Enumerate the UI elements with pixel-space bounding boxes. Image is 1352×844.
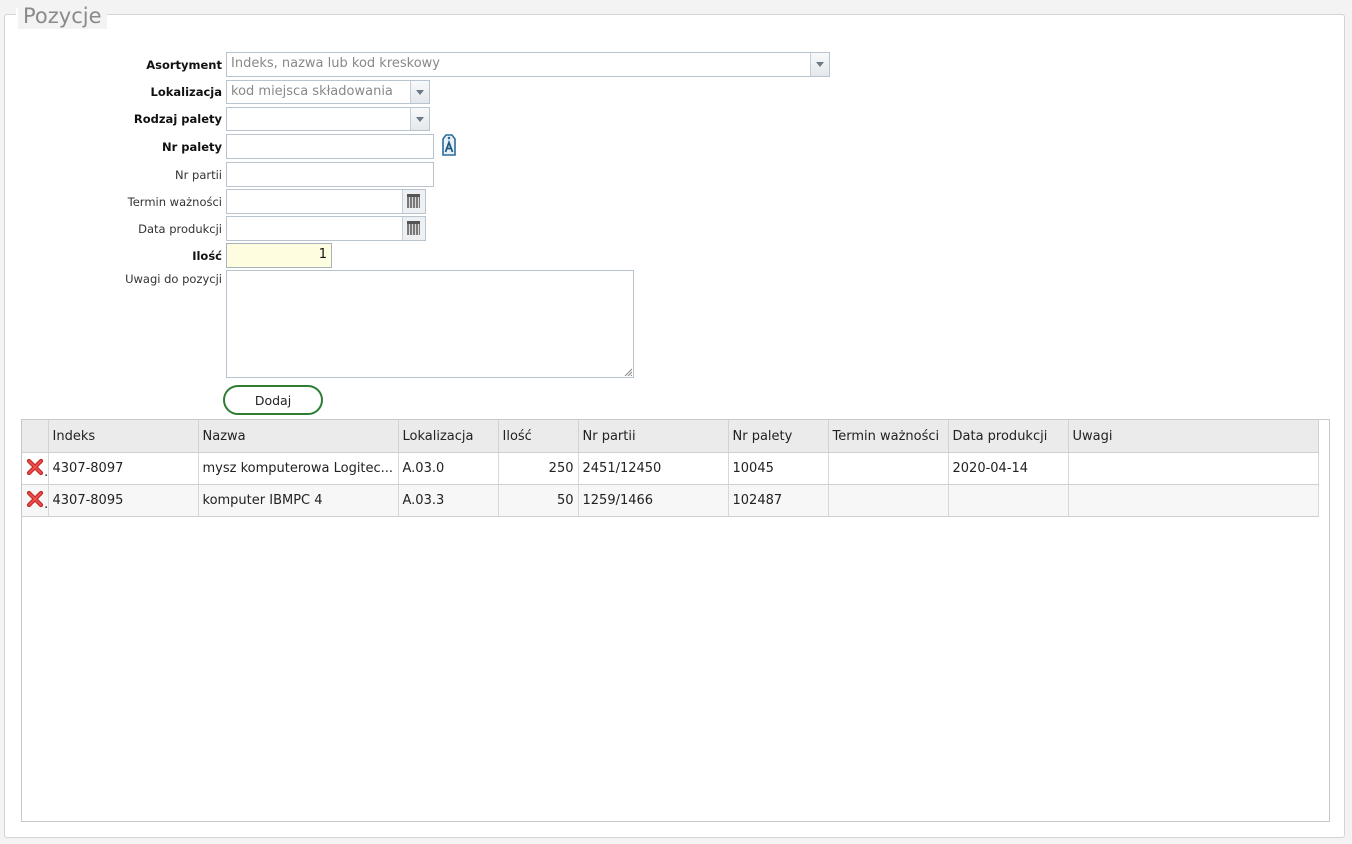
production-date-input[interactable] <box>226 216 426 241</box>
batch-no-label: Nr partii <box>175 168 222 182</box>
tag-a-icon[interactable] <box>440 133 458 157</box>
location-combobox[interactable]: kod miejsca składowania <box>226 80 430 104</box>
red-x-icon[interactable] <box>26 458 44 476</box>
cell-name: mysz komputerowa Logitec... <box>198 452 399 485</box>
cell-pallet: 102487 <box>728 484 829 517</box>
assortment-dropdown-button[interactable] <box>810 53 829 76</box>
cell-notes <box>1068 484 1319 517</box>
assortment-combobox[interactable]: Indeks, nazwa lub kod kreskowy <box>226 52 830 77</box>
cell-index: 4307-8095 <box>48 484 199 517</box>
location-label: Lokalizacja <box>150 85 223 99</box>
cell-expiry <box>828 484 949 517</box>
table-header-row: Indeks Nazwa Lokalizacja Ilość Nr partii… <box>22 420 1319 453</box>
column-header-production[interactable]: Data produkcji <box>948 420 1069 453</box>
column-header-actions[interactable] <box>22 420 49 453</box>
positions-grid: Indeks Nazwa Lokalizacja Ilość Nr partii… <box>21 419 1330 822</box>
table-row[interactable]: 4307-8097 mysz komputerowa Logitec... A.… <box>22 452 1319 485</box>
column-header-name[interactable]: Nazwa <box>198 420 399 453</box>
cell-quantity: 250 <box>498 452 579 485</box>
cell-quantity: 50 <box>498 484 579 517</box>
location-dropdown-button[interactable] <box>410 81 429 103</box>
column-header-quantity[interactable]: Ilość <box>498 420 579 453</box>
cell-pallet: 10045 <box>728 452 829 485</box>
column-header-notes[interactable]: Uwagi <box>1068 420 1319 453</box>
assortment-placeholder: Indeks, nazwa lub kod kreskowy <box>231 56 440 71</box>
pallet-type-combobox[interactable] <box>226 107 430 131</box>
location-placeholder: kod miejsca składowania <box>231 84 393 99</box>
cell-location: A.03.3 <box>398 484 499 517</box>
production-date-label: Data produkcji <box>138 222 222 236</box>
pallet-type-dropdown-button[interactable] <box>410 108 429 130</box>
cell-name: komputer IBMPC 4 <box>198 484 399 517</box>
batch-no-input[interactable] <box>226 162 434 187</box>
quantity-label: Ilość <box>192 249 222 263</box>
fieldset-legend: Pozycje <box>18 3 107 29</box>
cell-expiry <box>828 452 949 485</box>
notes-label: Uwagi do pozycji <box>125 272 222 286</box>
delete-cell[interactable] <box>22 484 49 517</box>
column-header-pallet[interactable]: Nr palety <box>728 420 829 453</box>
pallet-type-label: Rodzaj palety <box>133 112 222 126</box>
assortment-label: Asortyment <box>146 58 222 72</box>
production-calendar-button[interactable] <box>402 217 425 240</box>
resize-handle-icon[interactable] <box>624 368 632 376</box>
positions-table: Indeks Nazwa Lokalizacja Ilość Nr partii… <box>22 420 1319 517</box>
table-row[interactable]: 4307-8095 komputer IBMPC 4 A.03.3 50 125… <box>22 484 1319 517</box>
cell-production <box>948 484 1069 517</box>
cell-index: 4307-8097 <box>48 452 199 485</box>
notes-textarea[interactable] <box>226 270 634 378</box>
cell-production: 2020-04-14 <box>948 452 1069 485</box>
expiry-calendar-button[interactable] <box>402 190 425 213</box>
cell-location: A.03.0 <box>398 452 499 485</box>
quantity-input[interactable]: 1 <box>226 243 332 268</box>
calendar-icon <box>407 194 420 208</box>
calendar-icon <box>407 221 420 235</box>
column-header-batch[interactable]: Nr partii <box>578 420 729 453</box>
cell-batch: 2451/12450 <box>578 452 729 485</box>
column-header-expiry[interactable]: Termin ważności <box>828 420 949 453</box>
red-x-icon[interactable] <box>26 490 44 508</box>
pallet-no-label: Nr palety <box>161 140 222 154</box>
pallet-no-input[interactable] <box>226 134 434 159</box>
expiry-date-input[interactable] <box>226 189 426 214</box>
delete-cell[interactable] <box>22 452 49 485</box>
quantity-value: 1 <box>318 247 327 262</box>
column-header-index[interactable]: Indeks <box>48 420 199 453</box>
column-header-location[interactable]: Lokalizacja <box>398 420 499 453</box>
add-button[interactable]: Dodaj <box>223 385 323 415</box>
expiry-date-label: Termin ważności <box>127 195 222 209</box>
cell-batch: 1259/1466 <box>578 484 729 517</box>
cell-notes <box>1068 452 1319 485</box>
